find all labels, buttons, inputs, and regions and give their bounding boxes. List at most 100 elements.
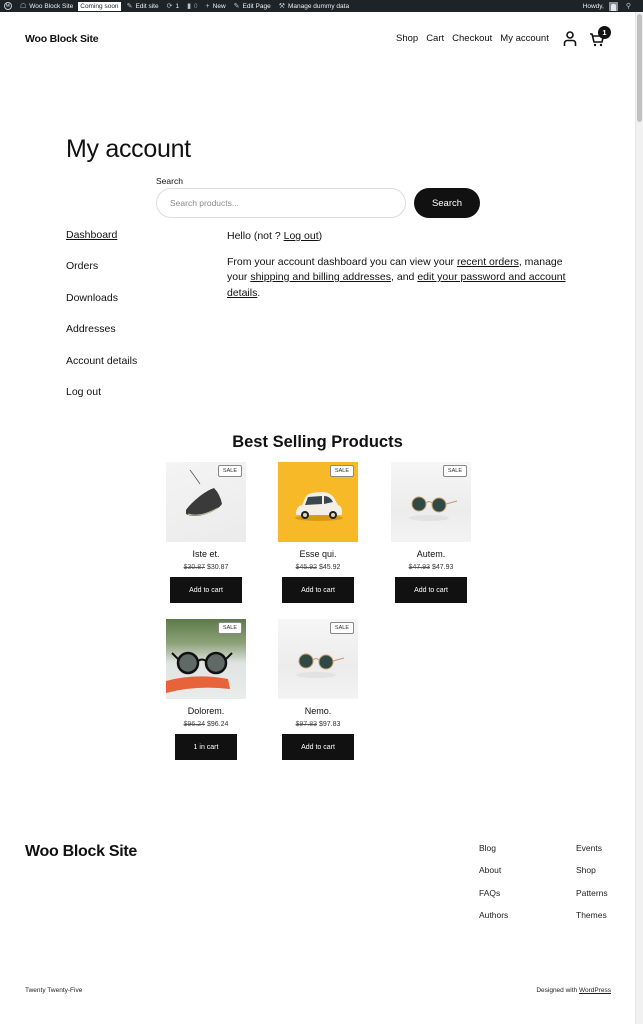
wordpress-link[interactable]: WordPress — [579, 987, 611, 994]
main-nav: Shop Cart Checkout My account — [396, 33, 557, 44]
account-nav-orders[interactable]: Orders — [66, 260, 137, 291]
product-price: $97.83 $97.83 — [278, 721, 358, 728]
pencil-icon: ✎ — [233, 2, 240, 10]
sale-price: $47.93 — [431, 564, 454, 571]
admin-bar: W ☖ Woo Block Site Coming soon ✎ Edit si… — [0, 0, 643, 12]
plus-icon: + — [205, 2, 210, 10]
add-to-cart-button[interactable]: Add to cart — [395, 577, 467, 603]
account-nav-addresses[interactable]: Addresses — [66, 323, 137, 354]
product-name[interactable]: Iste et. — [166, 549, 246, 559]
account-nav-account-details[interactable]: Account details — [66, 355, 137, 386]
hello-logout-link[interactable]: Log out — [284, 230, 319, 242]
recent-orders-link[interactable]: recent orders — [457, 256, 519, 268]
product-image-toy-car[interactable]: SALE — [278, 462, 358, 542]
page-title: My account — [66, 135, 191, 163]
page-scrollbar[interactable] — [635, 12, 643, 1024]
sale-badge: SALE — [217, 465, 242, 477]
dashboard-intro: From your account dashboard you can view… — [227, 255, 566, 299]
sale-price: $97.83 — [318, 721, 341, 728]
comment-icon: ▮ — [187, 2, 191, 10]
product-card: SALE Iste et. $30.87 $30.87 Add to cart — [166, 462, 246, 603]
product-image-sunglasses[interactable]: SALE — [278, 619, 358, 699]
product-price: $30.87 $30.87 — [166, 564, 246, 571]
footer-nav-column-1: Blog About FAQs Authors — [479, 843, 508, 932]
footer-link-events[interactable]: Events — [576, 843, 608, 865]
product-search-input[interactable]: Search products... — [156, 188, 406, 218]
footer-link-about[interactable]: About — [479, 865, 508, 887]
search-label: Search — [156, 176, 183, 186]
admin-comments[interactable]: ▮ 0 — [187, 3, 197, 10]
account-nav-logout[interactable]: Log out — [66, 386, 137, 417]
regular-price: $97.83 — [295, 721, 318, 728]
nav-cart[interactable]: Cart — [426, 33, 444, 44]
footer-site-title[interactable]: Woo Block Site — [25, 843, 137, 861]
product-name[interactable]: Dolorem. — [166, 706, 246, 716]
account-nav-downloads[interactable]: Downloads — [66, 292, 137, 323]
best-selling-title: Best Selling Products — [232, 433, 403, 451]
sale-badge: SALE — [442, 465, 467, 477]
hello-message: Hello (not ? Log out) — [227, 230, 323, 242]
user-avatar[interactable] — [608, 1, 618, 11]
regular-price: $47.93 — [408, 564, 431, 571]
brush-icon: ✎ — [126, 2, 133, 10]
site-title[interactable]: Woo Block Site — [25, 33, 99, 45]
nav-my-account[interactable]: My account — [500, 33, 549, 44]
user-account-icon[interactable] — [563, 31, 577, 47]
regular-price: $45.92 — [295, 564, 318, 571]
add-to-cart-button[interactable]: Add to cart — [282, 734, 354, 760]
scrollbar-thumb[interactable] — [637, 14, 642, 122]
regular-price: $96.24 — [183, 721, 206, 728]
account-nav-dashboard[interactable]: Dashboard — [66, 229, 137, 260]
howdy-text[interactable]: Howdy, — [583, 3, 604, 10]
home-icon: ☖ — [20, 2, 27, 10]
sale-badge: SALE — [329, 465, 354, 477]
footer-link-themes[interactable]: Themes — [576, 910, 608, 932]
sale-badge: SALE — [217, 622, 242, 634]
admin-new[interactable]: + New — [206, 3, 226, 10]
designed-with-credit: Designed with WordPress — [536, 987, 611, 994]
sale-price: $96.24 — [206, 721, 229, 728]
addresses-link[interactable]: shipping and billing addresses — [250, 271, 391, 283]
product-image-sneaker[interactable]: SALE — [166, 462, 246, 542]
product-card: SALE Autem. $47.93 $47.93 Add to cart — [391, 462, 471, 603]
product-name[interactable]: Esse qui. — [278, 549, 358, 559]
product-price: $45.92 $45.92 — [278, 564, 358, 571]
product-name[interactable]: Autem. — [391, 549, 471, 559]
admin-edit-site[interactable]: ✎ Edit site — [127, 3, 159, 10]
footer-link-authors[interactable]: Authors — [479, 910, 508, 932]
footer-link-blog[interactable]: Blog — [479, 843, 508, 865]
admin-edit-page[interactable]: ✎ Edit Page — [234, 3, 271, 10]
in-cart-button[interactable]: 1 in cart — [175, 734, 237, 760]
product-price: $96.24 $96.24 — [166, 721, 246, 728]
search-placeholder: Search products... — [170, 198, 239, 208]
product-card: SALE Nemo. $97.83 $97.83 Add to cart — [278, 619, 358, 760]
product-image-dark-sunglasses[interactable]: SALE — [166, 619, 246, 699]
search-button[interactable]: Search — [414, 188, 480, 218]
footer-link-patterns[interactable]: Patterns — [576, 888, 608, 910]
product-price: $47.93 $47.93 — [391, 564, 471, 571]
account-navigation: Dashboard Orders Downloads Addresses Acc… — [66, 229, 137, 417]
admin-site-name[interactable]: ☖ Woo Block Site — [20, 3, 73, 10]
product-name[interactable]: Nemo. — [278, 706, 358, 716]
wordpress-logo-icon[interactable]: W — [4, 2, 12, 10]
admin-search-icon[interactable]: ⚲ — [626, 2, 631, 10]
admin-updates[interactable]: ⟳ 1 — [167, 3, 180, 10]
sale-price: $45.92 — [318, 564, 341, 571]
nav-shop[interactable]: Shop — [396, 33, 418, 44]
sale-price: $30.87 — [206, 564, 229, 571]
nav-checkout[interactable]: Checkout — [452, 33, 492, 44]
add-to-cart-button[interactable]: Add to cart — [170, 577, 242, 603]
updates-icon: ⟳ — [166, 2, 173, 10]
footer-link-faqs[interactable]: FAQs — [479, 888, 508, 910]
product-card: SALE Esse qui. $45.92 $45.92 Add to cart — [278, 462, 358, 603]
footer-link-shop[interactable]: Shop — [576, 865, 608, 887]
product-image-sunglasses[interactable]: SALE — [391, 462, 471, 542]
coming-soon-badge[interactable]: Coming soon — [78, 1, 121, 11]
admin-manage-dummy-data[interactable]: ⚒ Manage dummy data — [279, 3, 349, 10]
sale-badge: SALE — [329, 622, 354, 634]
product-card: SALE Dolorem. $96.24 $96.24 1 in cart — [166, 619, 246, 760]
hammer-icon: ⚒ — [278, 2, 285, 10]
add-to-cart-button[interactable]: Add to cart — [282, 577, 354, 603]
regular-price: $30.87 — [183, 564, 206, 571]
account-dashboard-content: Hello (not ? Log out) From your account … — [227, 229, 567, 311]
